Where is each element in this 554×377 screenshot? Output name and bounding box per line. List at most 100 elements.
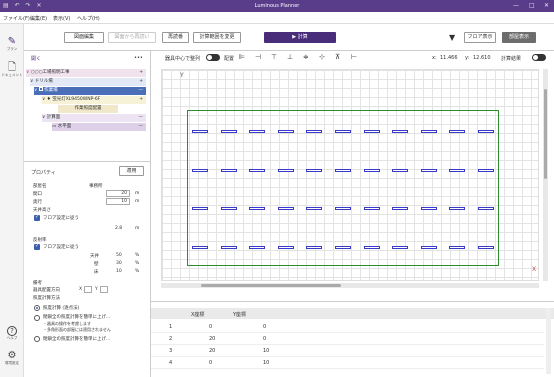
tree-item-calc-plane[interactable]: ∨ 計算面 — (42, 114, 146, 122)
room-outline[interactable] (187, 110, 499, 266)
rail-document-button[interactable]: 🗋 ドキュメント (0, 62, 24, 78)
luminaire[interactable] (306, 246, 323, 249)
plan-canvas[interactable]: 器具中心で整列 配置 ⊫ ⊣ ⊤ ⊥ ≑ ⊹ ⊼ ⊢ x: 11.466 y: … (151, 51, 554, 291)
tree-item-floor[interactable]: ∨ ドリル場 + (30, 78, 146, 86)
luminaire[interactable] (449, 207, 466, 211)
maximize-icon[interactable]: □ (529, 2, 535, 9)
table-row[interactable]: 1 0 0 (151, 322, 544, 333)
calculate-button[interactable]: ▶ 計算 (264, 32, 336, 43)
luminaire[interactable] (249, 207, 266, 211)
vertical-scrollbar[interactable] (543, 69, 548, 281)
rail-settings-button[interactable]: ⚙ 環境設定 (0, 350, 24, 366)
table-row[interactable]: 2 20 0 (151, 334, 544, 345)
luminaire[interactable] (392, 246, 409, 249)
luminaire[interactable] (335, 207, 351, 211)
align-right-icon[interactable]: ⊣ (255, 53, 261, 61)
collapse-icon[interactable]: — (139, 123, 144, 131)
cell-x[interactable]: 20 (209, 336, 215, 342)
align-top-icon[interactable]: ⊤ (271, 53, 277, 61)
luminaire[interactable] (220, 246, 237, 249)
luminaire[interactable] (363, 246, 380, 249)
luminaire[interactable] (220, 168, 237, 172)
add-icon[interactable]: + (139, 69, 143, 77)
luminaire[interactable] (220, 130, 237, 133)
open-label[interactable]: 開く (31, 55, 41, 62)
luminaire[interactable] (478, 246, 494, 249)
place-dir-y-input[interactable] (100, 286, 108, 293)
rail-plan-button[interactable]: ✎ プラン (0, 36, 24, 52)
cell-x[interactable]: 20 (209, 348, 215, 354)
distribute-h-icon[interactable]: ⊹ (319, 53, 325, 61)
floor-view-button[interactable]: フロア表示 (464, 32, 496, 43)
luminaire[interactable] (363, 207, 380, 211)
luminaire[interactable] (277, 168, 294, 172)
luminaire[interactable] (478, 207, 494, 211)
align-middle-icon[interactable]: ⊢ (351, 53, 357, 61)
luminaire[interactable] (335, 168, 351, 172)
table-row[interactable]: 4 0 10 (151, 358, 544, 369)
luminaire[interactable] (420, 168, 437, 172)
align-bottom-icon[interactable]: ⊥ (287, 53, 293, 61)
depth-input[interactable]: 10 (106, 198, 130, 205)
table-scrollbar[interactable] (546, 308, 551, 374)
luminaire[interactable] (249, 130, 266, 133)
apply-button[interactable]: 適用 (119, 166, 144, 176)
luminaire[interactable] (420, 246, 437, 249)
tree-item-luminaire[interactable]: ∨ ♦ 蛍光灯XL9450WNP-6F + (42, 96, 146, 104)
menu-edit[interactable]: 編集(E) (30, 15, 47, 22)
luminaire[interactable] (192, 207, 208, 211)
luminaire[interactable] (478, 130, 494, 133)
luminaire[interactable] (249, 246, 266, 249)
luminaire[interactable] (306, 207, 323, 211)
menu-file[interactable]: ファイル(F) (3, 15, 30, 22)
tree-item-room[interactable]: ∨ 作業場 — (34, 87, 146, 95)
method3-radio[interactable] (34, 336, 40, 342)
luminaire[interactable] (306, 130, 323, 133)
luminaire[interactable] (306, 168, 323, 172)
luminaire[interactable] (192, 130, 208, 133)
luminaire[interactable] (449, 246, 466, 249)
room-name-value[interactable]: 事務所 (89, 183, 103, 189)
close-icon[interactable]: ✕ (544, 2, 549, 9)
luminaire[interactable] (249, 168, 266, 172)
vertical-scroll-thumb[interactable] (544, 89, 547, 179)
align-center-icon[interactable]: ⊼ (335, 53, 340, 61)
reflect-follow-checkbox[interactable] (34, 243, 40, 250)
calc-result-toggle[interactable] (532, 54, 546, 61)
method2-radio[interactable] (34, 315, 40, 321)
cell-y[interactable]: 10 (263, 348, 269, 354)
luminaire-icon[interactable]: ▼ (449, 33, 455, 42)
luminaire[interactable] (392, 207, 409, 211)
luminaire[interactable] (478, 168, 494, 172)
ceiling-follow-checkbox[interactable] (34, 214, 40, 221)
place-dir-x-input[interactable] (84, 286, 92, 293)
luminaire[interactable] (363, 168, 380, 172)
luminaire[interactable] (335, 246, 351, 249)
collapse-icon[interactable]: — (139, 87, 144, 95)
luminaire[interactable] (363, 130, 380, 133)
tree-item-placement[interactable]: 作業照度配置 (58, 105, 118, 113)
reread-button[interactable]: 再読番 (162, 32, 189, 43)
cell-x[interactable]: 0 (209, 360, 212, 366)
method1-radio[interactable] (34, 305, 40, 311)
add-icon[interactable]: + (139, 78, 143, 86)
luminaire[interactable] (277, 130, 294, 133)
tree-item-project[interactable]: ∨ ○○○工場照明工事 + (26, 69, 146, 77)
rail-help-button[interactable]: ? ヘルプ (0, 326, 24, 341)
plan-edit-button[interactable]: 図面編集 (64, 32, 104, 43)
luminaire[interactable] (277, 207, 294, 211)
luminaire[interactable] (449, 168, 466, 172)
luminaire[interactable] (192, 246, 208, 249)
add-icon[interactable]: + (139, 96, 143, 104)
luminaire[interactable] (392, 130, 409, 133)
more-icon[interactable]: ••• (134, 55, 143, 61)
cell-x[interactable]: 0 (209, 324, 212, 330)
cell-y[interactable]: 10 (263, 360, 269, 366)
distribute-v-icon[interactable]: ≑ (303, 53, 309, 61)
luminaire[interactable] (420, 130, 437, 133)
table-row[interactable]: 3 20 10 (151, 346, 544, 357)
luminaire[interactable] (392, 168, 409, 172)
import-button[interactable]: 図面から再読い (108, 32, 156, 43)
change-calc-range-button[interactable]: 計算範囲を変更 (193, 32, 241, 43)
width-input[interactable]: 20 (106, 190, 130, 197)
